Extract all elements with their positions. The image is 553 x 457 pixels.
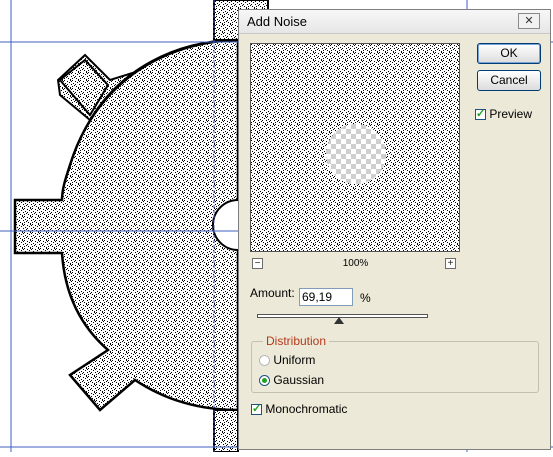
add-noise-dialog: Add Noise ✕ − 100% + OK Cancel Preview A… [238,9,551,450]
filter-preview[interactable] [250,43,460,252]
dialog-titlebar[interactable]: Add Noise ✕ [239,10,550,34]
amount-input[interactable]: 69,19 [299,288,353,306]
amount-label: Amount: [250,286,295,300]
preview-label: Preview [489,107,533,121]
uniform-label: Uniform [273,353,316,367]
zoom-in-button[interactable]: + [445,258,456,269]
distribution-title: Distribution [263,334,330,348]
distribution-gaussian[interactable]: Gaussian [259,373,324,387]
dialog-title: Add Noise [247,14,307,29]
ok-button[interactable]: OK [477,43,541,64]
transparent-hole [326,124,386,184]
monochromatic-label: Monochromatic [265,402,348,416]
preview-toggle[interactable]: Preview [475,107,532,121]
zoom-out-button[interactable]: − [252,258,263,269]
preview-svg [251,44,459,251]
cancel-button[interactable]: Cancel [477,70,541,91]
distribution-uniform[interactable]: Uniform [259,353,315,367]
preview-checkbox[interactable] [475,107,486,121]
uniform-radio[interactable] [259,355,270,367]
gaussian-radio[interactable] [259,375,270,387]
zoom-level: 100% [342,258,369,269]
amount-unit: % [360,291,371,305]
close-icon[interactable]: ✕ [518,13,540,29]
monochromatic-toggle[interactable]: Monochromatic [251,402,347,416]
gear-shape [13,0,269,453]
monochromatic-checkbox[interactable] [251,402,262,416]
gaussian-label: Gaussian [273,373,325,387]
amount-slider-thumb[interactable] [334,317,344,324]
